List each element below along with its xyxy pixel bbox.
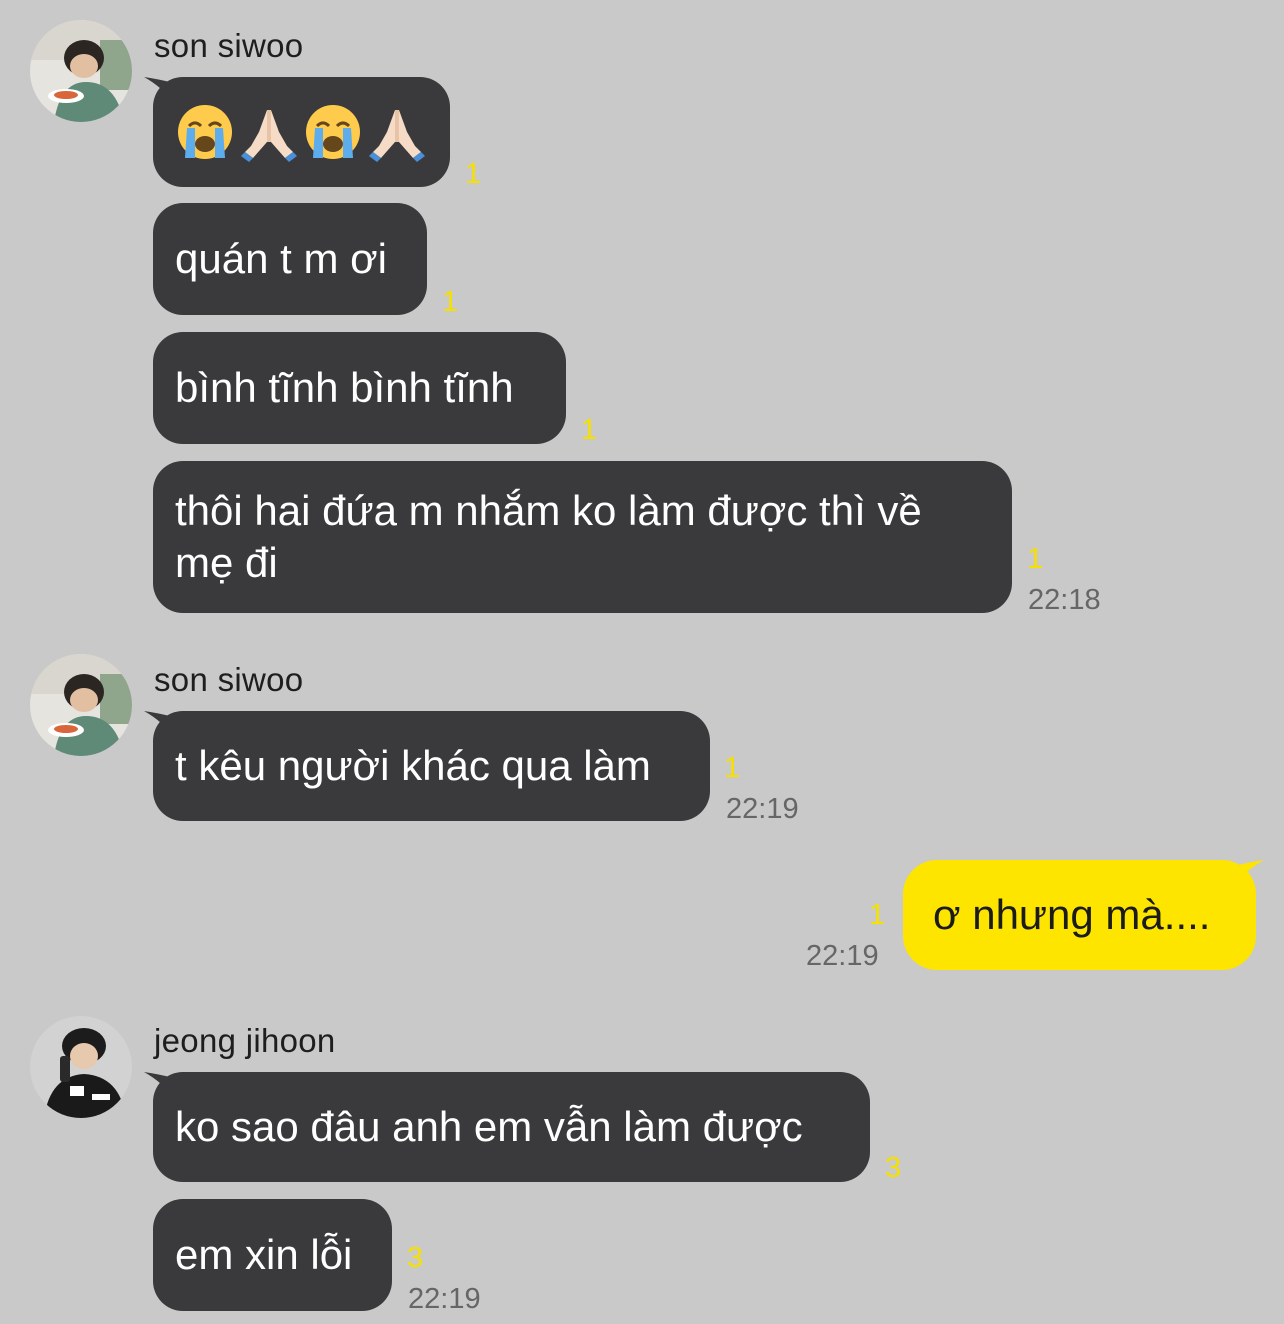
message-bubble[interactable]: bình tĩnh bình tĩnh [153, 332, 566, 444]
unread-count: 1 [581, 414, 598, 446]
message-text: em xin lỗi [175, 1231, 353, 1278]
bubble-tail [1234, 860, 1264, 886]
emoji-row [175, 102, 427, 162]
message-text: t kêu người khác qua làm [175, 742, 651, 789]
message-timestamp: 22:19 [408, 1283, 481, 1315]
message-text: quán t m ơi [175, 235, 387, 282]
avatar-son-siwoo[interactable] [30, 654, 132, 756]
unread-count: 1 [724, 752, 741, 784]
sender-name: jeong jihoon [154, 1022, 336, 1059]
loudly-crying-face-icon [303, 102, 363, 162]
avatar-son-siwoo[interactable] [30, 20, 132, 122]
sent-message-bubble[interactable]: ơ nhưng mà.... [903, 860, 1256, 970]
bubble-tail [144, 77, 174, 103]
message-bubble[interactable]: t kêu người khác qua làm [153, 711, 710, 821]
message-timestamp: 22:18 [1028, 584, 1101, 616]
message-bubble[interactable] [153, 77, 450, 187]
bubble-tail [144, 711, 174, 737]
message-bubble[interactable]: quán t m ơi [153, 203, 427, 315]
unread-count: 1 [442, 286, 459, 318]
avatar-jeong-jihoon[interactable] [30, 1016, 132, 1118]
sender-name: son siwoo [154, 661, 304, 698]
message-timestamp: 22:19 [806, 940, 879, 972]
message-text: ko sao đâu anh em vẫn làm được [175, 1103, 803, 1150]
loudly-crying-face-icon [175, 102, 235, 162]
message-bubble[interactable]: ko sao đâu anh em vẫn làm được [153, 1072, 870, 1182]
message-bubble[interactable]: em xin lỗi [153, 1199, 392, 1311]
bubble-tail [144, 1072, 174, 1098]
unread-count: 1 [465, 158, 482, 190]
unread-count: 1 [1027, 543, 1044, 575]
sender-name: son siwoo [154, 27, 304, 64]
message-text: ơ nhưng mà.... [933, 891, 1211, 938]
unread-count: 1 [869, 899, 886, 931]
message-text: bình tĩnh bình tĩnh [175, 364, 514, 411]
folded-hands-icon [367, 102, 427, 162]
message-text: thôi hai đứa m nhắm ko làm được thì về m… [175, 487, 922, 586]
unread-count: 3 [885, 1152, 902, 1184]
unread-count: 3 [407, 1242, 424, 1274]
message-timestamp: 22:19 [726, 793, 799, 825]
message-bubble[interactable]: thôi hai đứa m nhắm ko làm được thì về m… [153, 461, 1012, 613]
folded-hands-icon [239, 102, 299, 162]
